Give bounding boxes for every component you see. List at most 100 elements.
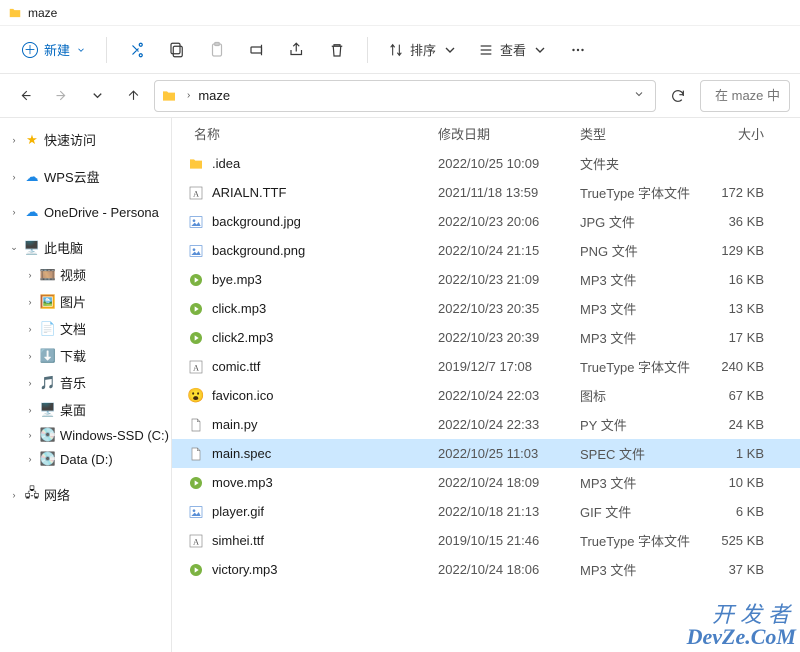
column-header-type[interactable]: 类型 xyxy=(580,124,700,143)
chevron-right-icon: › xyxy=(24,404,36,416)
sort-button[interactable]: 排序 xyxy=(380,36,466,63)
sidebar-item-desktop[interactable]: › 🖥️ 桌面 xyxy=(0,396,171,423)
file-type: TrueType 字体文件 xyxy=(580,183,700,202)
file-icon xyxy=(188,243,204,259)
desktop-icon: 🖥️ xyxy=(40,402,56,418)
file-type: 文件夹 xyxy=(580,154,700,173)
file-date: 2019/10/15 21:46 xyxy=(438,533,580,548)
arrow-up-icon xyxy=(126,88,141,103)
file-size: 24 KB xyxy=(700,417,764,432)
file-icon xyxy=(188,272,204,288)
window-title: maze xyxy=(28,6,57,20)
column-header-row: 名称 修改日期 类型 大小 xyxy=(172,118,800,149)
chevron-down-icon[interactable] xyxy=(629,84,649,107)
file-icon xyxy=(188,475,204,491)
sidebar-item-wps-cloud[interactable]: › ☁ WPS云盘 xyxy=(0,163,171,190)
search-box[interactable] xyxy=(700,80,790,112)
file-size: 1 KB xyxy=(700,446,764,461)
file-name: main.spec xyxy=(212,446,438,461)
file-row[interactable]: click.mp32022/10/23 20:35MP3 文件13 KB xyxy=(172,294,800,323)
file-row[interactable]: AARIALN.TTF2021/11/18 13:59TrueType 字体文件… xyxy=(172,178,800,207)
file-row[interactable]: Asimhei.ttf2019/10/15 21:46TrueType 字体文件… xyxy=(172,526,800,555)
folder-icon xyxy=(161,88,177,104)
file-row[interactable]: Acomic.ttf2019/12/7 17:08TrueType 字体文件24… xyxy=(172,352,800,381)
file-date: 2022/10/24 22:03 xyxy=(438,388,580,403)
delete-button[interactable] xyxy=(319,32,355,68)
file-name: background.jpg xyxy=(212,214,438,229)
share-button[interactable] xyxy=(279,32,315,68)
cut-button[interactable] xyxy=(119,32,155,68)
search-input[interactable] xyxy=(715,88,790,103)
sidebar-item-documents[interactable]: › 📄 文档 xyxy=(0,315,171,342)
file-icon xyxy=(188,417,204,433)
breadcrumb-current[interactable]: maze xyxy=(198,88,230,103)
chevron-right-icon: › xyxy=(24,269,36,281)
chevron-right-icon: › xyxy=(8,134,20,146)
file-size: 67 KB xyxy=(700,388,764,403)
file-icon xyxy=(188,446,204,462)
copy-button[interactable] xyxy=(159,32,195,68)
sidebar-item-windows-ssd[interactable]: › 💽 Windows-SSD (C:) xyxy=(0,423,171,447)
documents-icon: 📄 xyxy=(40,321,56,337)
chevron-right-icon: › xyxy=(24,453,36,465)
rename-button[interactable] xyxy=(239,32,275,68)
sidebar-item-label: 桌面 xyxy=(60,400,86,419)
column-header-date[interactable]: 修改日期 xyxy=(438,124,580,143)
file-row[interactable]: main.py2022/10/24 22:33PY 文件24 KB xyxy=(172,410,800,439)
sidebar: › ★ 快速访问 › ☁ WPS云盘 › ☁ OneDrive - Person… xyxy=(0,118,172,652)
file-row[interactable]: player.gif2022/10/18 21:13GIF 文件6 KB xyxy=(172,497,800,526)
file-icon xyxy=(188,156,204,172)
breadcrumb[interactable]: › maze xyxy=(154,80,656,112)
file-row[interactable]: 😮favicon.ico2022/10/24 22:03图标67 KB xyxy=(172,381,800,410)
file-name: comic.ttf xyxy=(212,359,438,374)
file-row[interactable]: victory.mp32022/10/24 18:06MP3 文件37 KB xyxy=(172,555,800,584)
chevron-right-icon: › xyxy=(8,206,20,218)
sidebar-item-pictures[interactable]: › 🖼️ 图片 xyxy=(0,288,171,315)
view-button[interactable]: 查看 xyxy=(470,36,556,63)
file-row[interactable]: move.mp32022/10/24 18:09MP3 文件10 KB xyxy=(172,468,800,497)
titlebar: maze xyxy=(0,0,800,26)
file-row[interactable]: .idea2022/10/25 10:09文件夹 xyxy=(172,149,800,178)
file-row[interactable]: main.spec2022/10/25 11:03SPEC 文件1 KB xyxy=(172,439,800,468)
view-icon xyxy=(478,42,494,58)
sidebar-item-music[interactable]: › 🎵 音乐 xyxy=(0,369,171,396)
network-icon: 🖧 xyxy=(24,487,40,503)
column-header-size[interactable]: 大小 xyxy=(700,124,764,143)
sidebar-item-onedrive[interactable]: › ☁ OneDrive - Persona xyxy=(0,200,171,224)
file-type: MP3 文件 xyxy=(580,560,700,579)
chevron-down-icon xyxy=(442,42,458,58)
column-header-name[interactable]: 名称 xyxy=(188,124,438,143)
file-row[interactable]: background.jpg2022/10/23 20:06JPG 文件36 K… xyxy=(172,207,800,236)
file-type: JPG 文件 xyxy=(580,212,700,231)
back-button[interactable] xyxy=(10,81,40,111)
sidebar-item-this-pc[interactable]: ⌄ 🖥️ 此电脑 xyxy=(0,234,171,261)
cloud-icon: ☁ xyxy=(24,169,40,185)
file-row[interactable]: bye.mp32022/10/23 21:09MP3 文件16 KB xyxy=(172,265,800,294)
more-button[interactable] xyxy=(560,32,596,68)
sidebar-item-downloads[interactable]: › ⬇️ 下载 xyxy=(0,342,171,369)
sort-label: 排序 xyxy=(410,40,436,59)
file-type: MP3 文件 xyxy=(580,473,700,492)
forward-button[interactable] xyxy=(46,81,76,111)
pictures-icon: 🖼️ xyxy=(40,294,56,310)
sidebar-item-quick-access[interactable]: › ★ 快速访问 xyxy=(0,126,171,153)
file-row[interactable]: click2.mp32022/10/23 20:39MP3 文件17 KB xyxy=(172,323,800,352)
sidebar-item-label: 下载 xyxy=(60,346,86,365)
refresh-button[interactable] xyxy=(662,80,694,112)
file-row[interactable]: background.png2022/10/24 21:15PNG 文件129 … xyxy=(172,236,800,265)
new-button[interactable]: ＋ 新建 xyxy=(14,36,94,63)
file-size: 10 KB xyxy=(700,475,764,490)
up-button[interactable] xyxy=(118,81,148,111)
chevron-right-icon: › xyxy=(8,489,20,501)
file-size: 525 KB xyxy=(700,533,764,548)
recent-button[interactable] xyxy=(82,81,112,111)
sidebar-item-network[interactable]: › 🖧 网络 xyxy=(0,481,171,508)
file-type: GIF 文件 xyxy=(580,502,700,521)
file-date: 2022/10/23 21:09 xyxy=(438,272,580,287)
paste-button[interactable] xyxy=(199,32,235,68)
file-date: 2022/10/24 22:33 xyxy=(438,417,580,432)
sidebar-item-data-d[interactable]: › 💽 Data (D:) xyxy=(0,447,171,471)
sidebar-item-videos[interactable]: › 🎞️ 视频 xyxy=(0,261,171,288)
file-icon: A xyxy=(188,185,204,201)
ellipsis-icon xyxy=(569,41,587,59)
